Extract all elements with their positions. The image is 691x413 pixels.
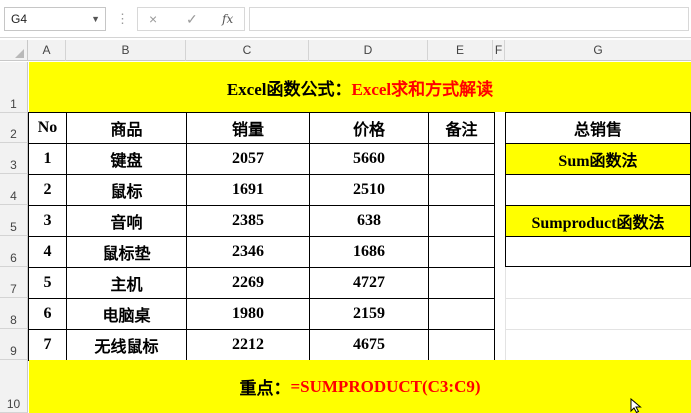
- key-point-prefix: 重点：: [239, 379, 291, 398]
- sum-method-label[interactable]: Sum函数法: [505, 143, 691, 175]
- cell-price[interactable]: 2159: [309, 298, 429, 330]
- cell-price[interactable]: 1686: [309, 236, 429, 268]
- name-box[interactable]: G4 ▼: [4, 7, 106, 31]
- row-header-3[interactable]: 3: [0, 143, 28, 174]
- table-row: 5 主机 2269 4727: [28, 267, 495, 299]
- column-header-row: A B C D E F G: [0, 40, 691, 61]
- key-point-formula: =SUMPRODUCT(C3:C9): [290, 376, 481, 396]
- column-header-b[interactable]: B: [66, 40, 186, 61]
- cell-product[interactable]: 鼠标: [66, 174, 187, 206]
- header-product[interactable]: 商品: [66, 112, 187, 144]
- formula-input[interactable]: [249, 7, 689, 31]
- key-point-banner[interactable]: 重点： =SUMPRODUCT(C3:C9): [29, 360, 691, 413]
- sales-table: No 商品 销量 价格 备注 1 键盘 2057 5660 2 鼠标 1691 …: [28, 112, 495, 361]
- cell-product[interactable]: 鼠标垫: [66, 236, 187, 268]
- column-header-a[interactable]: A: [28, 40, 66, 61]
- table-row: 4 鼠标垫 2346 1686: [28, 236, 495, 268]
- chevron-down-icon[interactable]: ▼: [91, 8, 100, 30]
- row-header-1[interactable]: 1: [0, 62, 28, 113]
- row-header-6[interactable]: 6: [0, 236, 28, 267]
- cell-price[interactable]: 638: [309, 205, 429, 237]
- enter-icon[interactable]: ✓: [186, 10, 198, 28]
- title-highlight: Excel求和方式解读: [351, 79, 494, 99]
- cell-product[interactable]: 电脑桌: [66, 298, 187, 330]
- cell-notes[interactable]: [428, 174, 495, 206]
- column-header-e[interactable]: E: [428, 40, 493, 61]
- gridline: [505, 267, 506, 360]
- cell-notes[interactable]: [428, 143, 495, 175]
- table-row: 2 鼠标 1691 2510: [28, 174, 495, 206]
- cell-no[interactable]: 4: [28, 236, 67, 268]
- row-header-10[interactable]: 10: [0, 360, 28, 413]
- cell-no[interactable]: 5: [28, 267, 67, 299]
- name-box-value: G4: [11, 12, 28, 26]
- column-header-g[interactable]: G: [505, 40, 691, 61]
- cell-no[interactable]: 1: [28, 143, 67, 175]
- cell-no[interactable]: 3: [28, 205, 67, 237]
- formula-bar: G4 ▼ ⋮ × ✓ fx: [0, 0, 691, 38]
- cell-product[interactable]: 主机: [66, 267, 187, 299]
- row-header-7[interactable]: 7: [0, 267, 28, 298]
- column-header-f[interactable]: F: [493, 40, 505, 61]
- cancel-icon[interactable]: ×: [149, 10, 157, 28]
- cell-product[interactable]: 无线鼠标: [66, 329, 187, 361]
- cell-no[interactable]: 6: [28, 298, 67, 330]
- table-row: 3 音响 2385 638: [28, 205, 495, 237]
- header-notes[interactable]: 备注: [428, 112, 495, 144]
- cell-no[interactable]: 2: [28, 174, 67, 206]
- table-row: 7 无线鼠标 2212 4675: [28, 329, 495, 361]
- cell-notes[interactable]: [428, 205, 495, 237]
- cell-notes[interactable]: [428, 298, 495, 330]
- cell-quantity[interactable]: 1691: [186, 174, 310, 206]
- select-all-button[interactable]: [0, 40, 28, 61]
- sumproduct-method-result[interactable]: [505, 236, 691, 267]
- cell-notes[interactable]: [428, 329, 495, 361]
- row-header-8[interactable]: 8: [0, 298, 28, 329]
- gridline: [505, 298, 691, 299]
- column-header-c[interactable]: C: [186, 40, 309, 61]
- cell-quantity[interactable]: 2057: [186, 143, 310, 175]
- row-header-2[interactable]: 2: [0, 113, 28, 143]
- total-sales-header[interactable]: 总销售: [505, 112, 691, 144]
- row-header-5[interactable]: 5: [0, 205, 28, 236]
- insert-function-icon[interactable]: fx: [222, 10, 233, 28]
- cell-price[interactable]: 2510: [309, 174, 429, 206]
- cell-quantity[interactable]: 2346: [186, 236, 310, 268]
- sum-method-result[interactable]: [505, 174, 691, 206]
- cell-product[interactable]: 键盘: [66, 143, 187, 175]
- row-header-4[interactable]: 4: [0, 174, 28, 205]
- cell-price[interactable]: 5660: [309, 143, 429, 175]
- cell-product[interactable]: 音响: [66, 205, 187, 237]
- cell-quantity[interactable]: 2212: [186, 329, 310, 361]
- formula-tools: × ✓ fx: [137, 7, 245, 31]
- cell-no[interactable]: 7: [28, 329, 67, 361]
- header-no[interactable]: No: [28, 112, 67, 144]
- title-banner[interactable]: Excel函数公式： Excel求和方式解读: [29, 62, 691, 112]
- mouse-cursor-icon: [630, 398, 642, 413]
- table-header-row: No 商品 销量 价格 备注: [28, 112, 495, 144]
- header-quantity[interactable]: 销量: [186, 112, 310, 144]
- row-header-9[interactable]: 9: [0, 329, 28, 360]
- title-prefix: Excel函数公式：: [226, 79, 352, 99]
- cell-price[interactable]: 4727: [309, 267, 429, 299]
- sumproduct-method-label[interactable]: Sumproduct函数法: [505, 205, 691, 237]
- cell-notes[interactable]: [428, 236, 495, 268]
- table-row: 6 电脑桌 1980 2159: [28, 298, 495, 330]
- cell-quantity[interactable]: 2385: [186, 205, 310, 237]
- cell-price[interactable]: 4675: [309, 329, 429, 361]
- cell-notes[interactable]: [428, 267, 495, 299]
- drag-handle-icon[interactable]: ⋮: [116, 10, 129, 28]
- gridline: [505, 329, 691, 330]
- cell-quantity[interactable]: 2269: [186, 267, 310, 299]
- header-price[interactable]: 价格: [309, 112, 429, 144]
- table-row: 1 键盘 2057 5660: [28, 143, 495, 175]
- cell-quantity[interactable]: 1980: [186, 298, 310, 330]
- column-header-d[interactable]: D: [309, 40, 428, 61]
